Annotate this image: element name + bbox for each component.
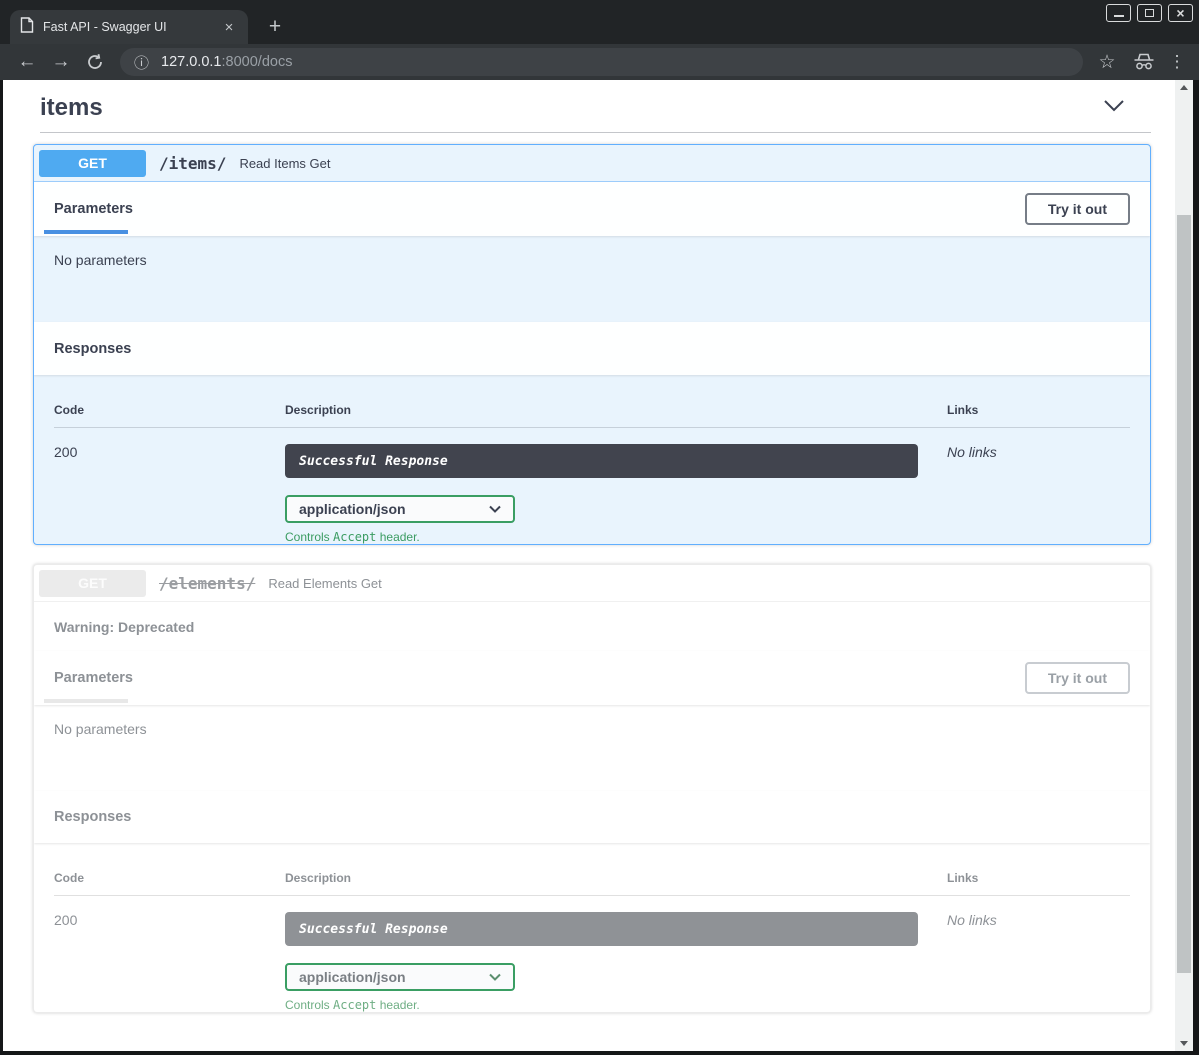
endpoint-summary: Read Elements Get [268,576,381,591]
tag-row[interactable]: items [40,92,1151,124]
tag-section-header: items [40,92,1151,133]
media-type-value: application/json [299,969,406,985]
chevron-down-icon[interactable] [1103,99,1125,117]
reload-button[interactable] [82,53,108,71]
scroll-up-arrow[interactable] [1175,80,1193,95]
close-button[interactable]: × [1168,4,1193,22]
response-row: 200 Successful Response application/json [54,428,1130,544]
forward-button[interactable]: → [48,51,74,73]
endpoint-summary: Read Items Get [239,156,330,171]
document-icon [20,17,34,38]
response-description-text: Successful Response [299,454,448,469]
responses-header: Responses [34,791,1150,843]
note-suffix: header. [376,530,419,544]
response-description-text: Successful Response [299,922,448,937]
note-prefix: Controls [285,998,333,1012]
response-description-block: Successful Response [285,444,918,478]
tag-divider [40,132,1151,133]
deprecated-warning: Warning: Deprecated [34,602,1150,651]
close-icon: × [1176,6,1184,20]
window-controls: × [1106,4,1193,22]
parameters-tab: Parameters [54,201,133,217]
tab-close-icon[interactable]: × [220,19,238,36]
no-parameters-text: No parameters [54,721,147,737]
minimize-button[interactable] [1106,4,1131,22]
response-description-cell: Successful Response application/json Con… [285,912,947,1012]
parameters-header: Parameters Try it out [34,182,1150,236]
controls-accept-note: Controls Accept header. [285,998,947,1012]
response-description-block: Successful Response [285,912,918,946]
responses-header: Responses [34,322,1150,375]
endpoint-path: /items/ [159,154,226,173]
tag-title: items [40,94,103,122]
response-row: 200 Successful Response application/json [54,896,1130,1012]
note-prefix: Controls [285,530,333,544]
column-links: Links [947,403,1130,417]
controls-accept-note: Controls Accept header. [285,530,947,544]
responses-body: Code Description Links 200 Successful Re… [34,843,1150,1012]
no-parameters-text: No parameters [54,252,147,268]
parameters-tab: Parameters [54,670,133,686]
swagger-page: items GET /items/ Read Items Get Paramet… [3,80,1175,1051]
try-it-out-button[interactable]: Try it out [1025,193,1130,225]
media-type-select[interactable]: application/json [285,963,515,991]
minimize-icon [1114,15,1124,17]
page-info-icon[interactable]: ⓘ [134,52,149,73]
response-code: 200 [54,912,285,1012]
bookmark-star-icon[interactable]: ☆ [1095,51,1119,74]
browser-toolbar: ← → ⓘ 127.0.0.1:8000/docs ☆ ⋮ [0,44,1199,80]
note-suffix: header. [376,998,419,1012]
column-links: Links [947,871,1130,885]
response-links: No links [947,912,1130,1012]
responses-title: Responses [54,809,131,825]
url-path: :8000/docs [222,54,293,70]
column-description: Description [285,403,947,417]
note-mono: Accept [333,998,376,1012]
parameters-header: Parameters Try it out [34,651,1150,705]
url-host: 127.0.0.1 [161,54,221,70]
column-code: Code [54,403,285,417]
responses-body: Code Description Links 200 Successful Re… [34,375,1150,544]
scrollbar-thumb[interactable] [1177,215,1191,973]
select-chevron-icon [489,500,501,518]
column-code: Code [54,871,285,885]
column-description: Description [285,871,947,885]
note-mono: Accept [333,530,376,544]
response-links: No links [947,444,1130,544]
url-bar[interactable]: ⓘ 127.0.0.1:8000/docs [120,48,1083,76]
scroll-down-arrow[interactable] [1175,1036,1193,1051]
tab-title: Fast API - Swagger UI [43,20,220,34]
media-type-value: application/json [299,501,406,517]
endpoint-path: /elements/ [159,574,255,593]
browser-tabstrip: Fast API - Swagger UI × + × [0,0,1199,44]
method-badge: GET [39,150,146,177]
triangle-down-icon [1180,1041,1188,1046]
responses-table-header: Code Description Links [54,871,1130,896]
browser-tab[interactable]: Fast API - Swagger UI × [10,10,248,44]
opblock-get-items: GET /items/ Read Items Get Parameters Tr… [33,144,1151,545]
opblock-summary-elements[interactable]: GET /elements/ Read Elements Get [34,565,1150,602]
back-button[interactable]: ← [14,51,40,73]
method-badge: GET [39,570,146,597]
incognito-icon [1129,53,1159,71]
response-description-cell: Successful Response application/json Con… [285,444,947,544]
maximize-button[interactable] [1137,4,1162,22]
page-scrollbar[interactable] [1175,80,1193,1051]
parameters-body: No parameters [34,705,1150,791]
new-tab-button[interactable]: + [262,14,288,40]
response-code: 200 [54,444,285,544]
url-text: 127.0.0.1:8000/docs [161,54,292,70]
responses-title: Responses [54,341,131,357]
media-type-select[interactable]: application/json [285,495,515,523]
responses-table-header: Code Description Links [54,403,1130,428]
maximize-icon [1145,9,1154,17]
try-it-out-button[interactable]: Try it out [1025,662,1130,694]
opblock-get-elements: GET /elements/ Read Elements Get Warning… [33,564,1151,1013]
select-chevron-icon [489,968,501,986]
parameters-body: No parameters [34,236,1150,322]
browser-menu-icon[interactable]: ⋮ [1167,52,1187,72]
triangle-up-icon [1180,85,1188,90]
opblock-summary-items[interactable]: GET /items/ Read Items Get [34,145,1150,182]
